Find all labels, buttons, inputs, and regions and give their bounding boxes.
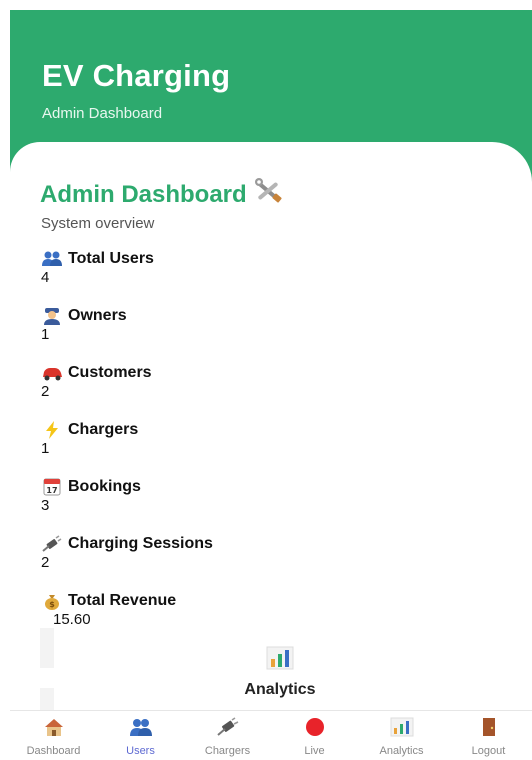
app-title: EV Charging [42, 58, 231, 93]
nav-chargers[interactable]: Chargers [184, 711, 271, 760]
stat-total-users: Total Users 4 [41, 250, 154, 286]
nav-logout[interactable]: Logout [445, 711, 532, 760]
nav-label: Users [126, 745, 155, 757]
stat-value: 2 [41, 554, 50, 571]
analytics-button[interactable]: Analytics [220, 646, 340, 699]
stat-label: Chargers [68, 421, 139, 438]
stat-customers: Customers 2 [41, 364, 152, 400]
nav-label: Dashboard [26, 745, 81, 757]
bar-chart-icon [266, 646, 294, 674]
bottom-nav: Dashboard Users Chargers Live Analytics … [10, 710, 532, 760]
stat-label: Customers [68, 364, 152, 381]
red-circle-icon [303, 717, 327, 742]
page-title-text: Admin Dashboard [40, 180, 247, 208]
stat-label: Owners [68, 307, 127, 324]
nav-live[interactable]: Live [271, 711, 358, 760]
dashboard-card: Admin Dashboard System overview Total Us… [10, 142, 532, 710]
plug-icon [41, 535, 63, 553]
stat-label: Total Revenue [68, 592, 177, 609]
tools-icon [253, 178, 283, 211]
users-icon [129, 717, 153, 742]
stat-label: Charging Sessions [68, 535, 213, 552]
stat-chargers: Chargers 1 [41, 421, 138, 457]
nav-users[interactable]: Users [97, 711, 184, 760]
nav-label: Logout [471, 745, 506, 757]
door-icon [477, 717, 501, 742]
users-icon [41, 250, 63, 268]
nav-dashboard[interactable]: Dashboard [10, 711, 97, 760]
stat-value: 1 [41, 440, 50, 457]
stat-value: 2 [41, 383, 50, 400]
faded-edge [40, 628, 54, 668]
stat-value: 3 [41, 497, 50, 514]
stat-value: 4 [41, 269, 50, 286]
stat-value: 15.60 [53, 611, 91, 628]
car-icon [41, 364, 63, 382]
money-bag-icon: $ [41, 592, 63, 610]
app-subtitle: Admin Dashboard [42, 105, 163, 122]
analytics-label: Analytics [244, 681, 316, 698]
page-subtitle: System overview [41, 215, 155, 232]
nav-label: Analytics [379, 745, 424, 757]
plug-icon [216, 717, 240, 742]
stat-bookings: 17 Bookings 3 [41, 478, 141, 514]
bar-chart-icon [390, 717, 414, 742]
svg-text:17: 17 [46, 486, 57, 495]
owner-icon [41, 307, 63, 325]
stat-total-revenue: $ Total Revenue 15.60 [41, 592, 176, 628]
nav-label: Live [304, 745, 325, 757]
faded-edge [40, 688, 54, 710]
stat-value: 1 [41, 326, 50, 343]
page-title: Admin Dashboard [40, 178, 283, 211]
svg-text:$: $ [49, 600, 55, 609]
nav-label: Chargers [204, 745, 251, 757]
app-frame: EV Charging Admin Dashboard Admin Dashbo… [10, 10, 532, 760]
stat-charging-sessions: Charging Sessions 2 [41, 535, 213, 571]
home-icon [42, 717, 66, 742]
nav-analytics[interactable]: Analytics [358, 711, 445, 760]
stat-owners: Owners 1 [41, 307, 127, 343]
stat-label: Total Users [68, 250, 154, 267]
stat-label: Bookings [68, 478, 141, 495]
calendar-icon: 17 [41, 478, 63, 496]
lightning-icon [41, 421, 63, 439]
